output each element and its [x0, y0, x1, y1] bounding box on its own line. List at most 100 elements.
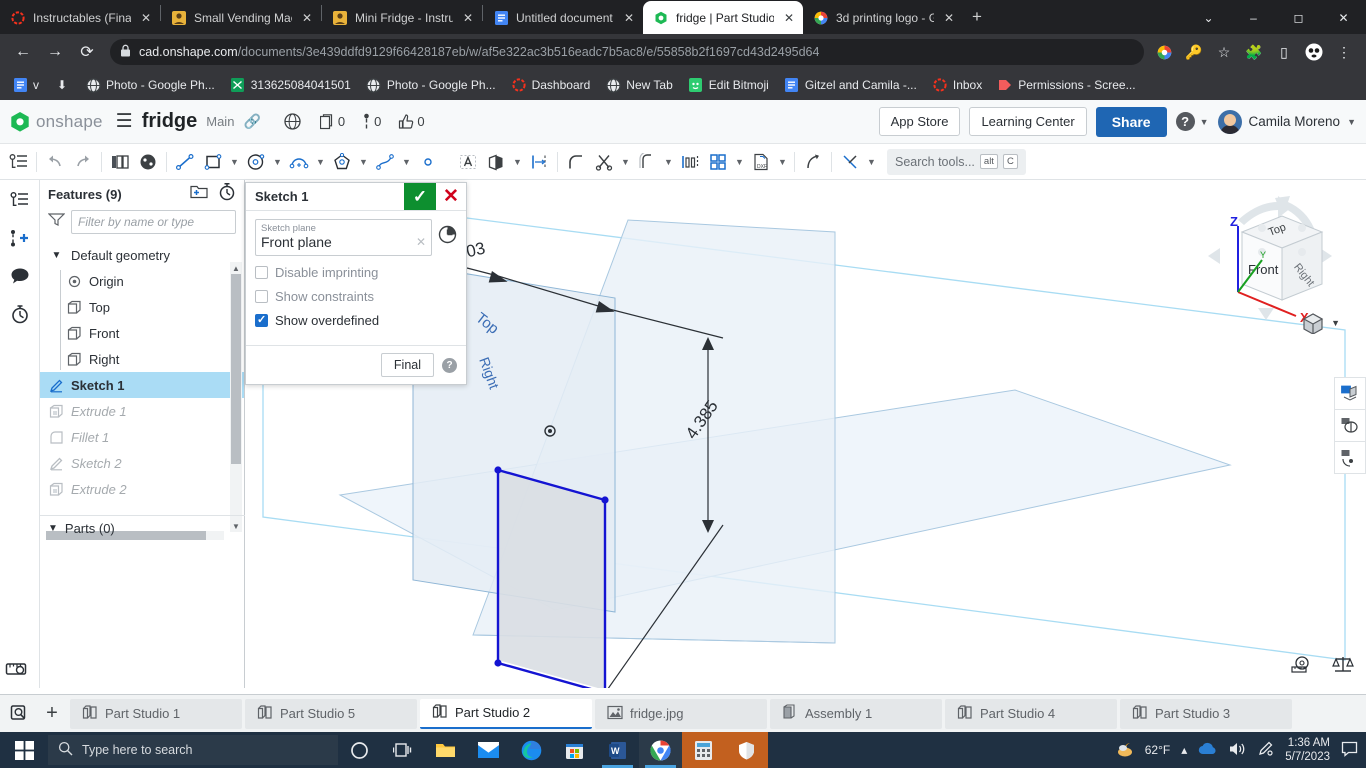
feature-tree-scrollbar[interactable]: ▲ ▼ [230, 262, 242, 532]
doc-tab-fridge-jpg[interactable]: fridge.jpg [595, 699, 767, 729]
bookmark-7[interactable]: Gitzel and Camila -... [778, 74, 923, 96]
scroll-up-icon[interactable]: ▲ [230, 262, 242, 274]
dimension-icon[interactable] [525, 147, 553, 177]
chevron-down-icon[interactable]: ▼ [313, 147, 328, 177]
browser-tab-2[interactable]: Mini Fridge - Instructa ✕ [322, 1, 482, 34]
line-icon[interactable] [171, 147, 199, 177]
task-view-icon[interactable] [381, 732, 424, 768]
close-icon[interactable]: ✕ [460, 11, 476, 25]
close-icon[interactable]: ✕ [781, 11, 797, 25]
taskbar-search[interactable]: Type here to search [48, 735, 338, 765]
spline-icon[interactable] [371, 147, 399, 177]
address-bar[interactable]: cad.onshape.com/documents/3e439ddfd9129f… [110, 39, 1144, 65]
forward-button[interactable]: → [40, 37, 70, 67]
notification-icon[interactable] [1341, 741, 1358, 760]
user-name[interactable]: Camila Moreno [1249, 114, 1341, 129]
cancel-button[interactable]: ✕ [436, 183, 466, 210]
tree-node-default-geometry[interactable]: ▼ Default geometry [40, 242, 244, 268]
export-dxf-icon[interactable]: DXF [747, 147, 775, 177]
pen-icon[interactable] [1257, 740, 1274, 760]
rollback-timer-icon[interactable] [218, 182, 236, 206]
workspace-label[interactable]: Main [206, 114, 234, 129]
chevron-up-icon[interactable]: ▴ [1181, 743, 1187, 757]
section-view-icon[interactable] [1334, 409, 1366, 442]
tree-node-sketch-2[interactable]: Sketch 2 [40, 450, 244, 476]
filter-icon[interactable] [48, 212, 65, 232]
copy-workspace-icon[interactable]: 0 [320, 114, 345, 130]
reload-button[interactable]: ⟳ [72, 37, 102, 67]
chevron-down-icon[interactable]: ▼ [510, 147, 525, 177]
tree-node-front[interactable]: Front [40, 320, 244, 346]
browser-tab-0[interactable]: Instructables (Final) ✕ [0, 1, 160, 34]
arc-icon[interactable] [285, 147, 313, 177]
bookmark-4[interactable]: Dashboard [505, 74, 597, 96]
offset-icon[interactable] [633, 147, 661, 177]
bookmark-2[interactable]: 313625084041501 [224, 74, 357, 96]
tree-node-sketch-1[interactable]: Sketch 1 [40, 372, 244, 398]
extensions-puzzle-icon[interactable]: 🧩 [1240, 38, 1268, 66]
new-tab-button[interactable]: + [963, 3, 991, 31]
google-account-icon[interactable] [1150, 38, 1178, 66]
bookmark-3[interactable]: Photo - Google Ph... [360, 74, 502, 96]
chevron-down-icon[interactable]: ▼ [399, 147, 414, 177]
scroll-thumb[interactable] [231, 274, 241, 464]
paste-icon[interactable] [134, 147, 162, 177]
display-mode-control[interactable]: ▼ [1302, 312, 1340, 334]
bookmark-8[interactable]: Inbox [926, 74, 988, 96]
extend-icon[interactable] [799, 147, 827, 177]
chevron-down-icon[interactable]: ▼ [48, 250, 65, 261]
close-icon[interactable]: ✕ [138, 11, 154, 25]
mail-icon[interactable] [467, 732, 510, 768]
bookmark-6[interactable]: Edit Bitmoji [682, 74, 775, 96]
tree-node-fillet-1[interactable]: Fillet 1 [40, 424, 244, 450]
bookmark-9[interactable]: Permissions - Scree... [991, 74, 1141, 96]
measure-icon[interactable] [5, 659, 27, 684]
edge-icon[interactable] [510, 732, 553, 768]
tab-search-icon[interactable] [4, 699, 34, 729]
browser-tab-5[interactable]: 3d printing logo - Goo ✕ [803, 1, 963, 34]
checkbox-box[interactable] [255, 266, 268, 279]
chevron-down-icon[interactable]: ▼ [356, 147, 371, 177]
bookmark-0[interactable]: v [6, 74, 45, 96]
close-icon[interactable]: ✕ [941, 11, 957, 25]
minimize-button[interactable]: – [1231, 2, 1276, 34]
browser-tab-4[interactable]: fridge | Part Studio 2 ✕ [643, 1, 803, 34]
globe-icon[interactable] [284, 113, 301, 130]
back-button[interactable]: ← [8, 37, 38, 67]
doc-tab-part-studio-2[interactable]: Part Studio 2 [420, 699, 592, 729]
disable-imprinting-checkbox[interactable]: Disable imprinting [255, 265, 457, 280]
version-icon[interactable]: 0 [362, 113, 381, 130]
app-store-button[interactable]: App Store [879, 107, 961, 136]
onedrive-icon[interactable] [1198, 742, 1217, 759]
file-explorer-icon[interactable] [424, 732, 467, 768]
chevron-down-icon[interactable]: ▼ [618, 147, 633, 177]
doc-tab-part-studio-3[interactable]: Part Studio 3 [1120, 699, 1292, 729]
render-icon[interactable] [1334, 441, 1366, 474]
history-icon[interactable] [438, 219, 457, 249]
taskbar-clock[interactable]: 1:36 AM 5/7/2023 [1285, 736, 1330, 764]
bookmark-5[interactable]: New Tab [599, 74, 678, 96]
fillet-icon[interactable] [562, 147, 590, 177]
text-icon[interactable] [454, 147, 482, 177]
document-title[interactable]: fridge [142, 110, 198, 133]
close-window-button[interactable]: ✕ [1321, 2, 1366, 34]
mirror-icon[interactable] [482, 147, 510, 177]
chevron-down-icon[interactable]: ▼ [1200, 117, 1209, 127]
chevron-down-icon[interactable]: ▼ [270, 147, 285, 177]
copy-icon[interactable] [106, 147, 134, 177]
help-icon[interactable]: ? [442, 358, 457, 373]
calculator-icon[interactable] [682, 732, 725, 768]
tree-node-right[interactable]: Right [40, 346, 244, 372]
add-folder-icon[interactable] [190, 184, 208, 204]
chevron-down-icon[interactable]: ▼ [661, 147, 676, 177]
add-tab-button[interactable]: + [37, 699, 67, 729]
chevron-down-icon[interactable]: ▼ [864, 147, 879, 177]
tree-node-extrude-1[interactable]: Extrude 1 [40, 398, 244, 424]
start-button[interactable] [0, 732, 48, 768]
chrome-icon[interactable] [639, 732, 682, 768]
chrome-menu-icon[interactable]: ⋮ [1330, 38, 1358, 66]
doc-tab-part-studio-5[interactable]: Part Studio 5 [245, 699, 417, 729]
add-instance-icon[interactable] [5, 224, 35, 252]
clear-icon[interactable]: ✕ [416, 235, 426, 249]
doc-tab-part-studio-4[interactable]: Part Studio 4 [945, 699, 1117, 729]
